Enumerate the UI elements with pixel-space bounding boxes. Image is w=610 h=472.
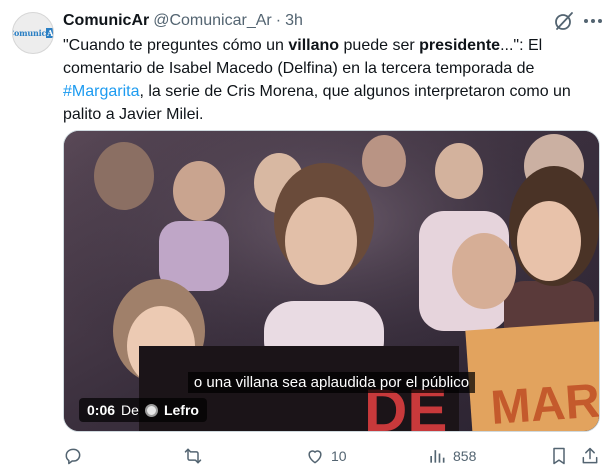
more-options-icon[interactable] — [584, 14, 604, 28]
retweet-icon — [184, 448, 202, 464]
reply-button[interactable] — [63, 445, 89, 467]
hashtag-link[interactable]: #Margarita — [63, 83, 139, 100]
share-button[interactable] — [580, 445, 600, 467]
retweet-button[interactable] — [183, 445, 209, 467]
video-badge: 0:06 De Lefro — [79, 398, 207, 422]
bold-presidente: presidente — [419, 37, 501, 54]
bookmark-icon — [553, 447, 565, 465]
heart-icon — [308, 450, 322, 464]
bold-villano: villano — [288, 37, 340, 54]
views-count: 858 — [453, 448, 477, 464]
source-avatar-icon — [144, 403, 158, 417]
share-icon — [582, 447, 598, 464]
video-player[interactable]: DE MAR o una villana sea aplaudida por e… — [63, 130, 600, 432]
video-source-name[interactable]: Lefro — [164, 402, 199, 418]
tweet-text: "Cuando te preguntes cómo un villano pue… — [63, 37, 571, 123]
like-button[interactable]: 10 — [305, 445, 347, 467]
author-handle[interactable]: @Comunicar_Ar — [153, 12, 272, 30]
tweet[interactable]: ComunicAr ComunicAr @Comunicar_Ar · 3h "… — [0, 0, 610, 472]
avatar-logo: ComunicAr — [13, 28, 53, 38]
bookmark-button[interactable] — [549, 445, 569, 467]
author-name[interactable]: ComunicAr — [63, 12, 149, 30]
video-duration: 0:06 — [87, 402, 116, 418]
tweet-header: ComunicAr @Comunicar_Ar · 3h — [63, 11, 303, 31]
reply-icon — [65, 448, 81, 465]
video-source-prefix: De — [121, 402, 139, 418]
grok-icon[interactable] — [553, 10, 575, 32]
separator-dot: · — [275, 12, 282, 29]
tweet-timestamp[interactable]: 3h — [285, 12, 303, 30]
author-avatar[interactable]: ComunicAr — [12, 12, 54, 54]
like-count: 10 — [331, 448, 347, 464]
tweet-actions: 10 858 — [63, 445, 600, 467]
video-caption: o una villana sea aplaudida por el públi… — [64, 372, 599, 393]
views-icon — [430, 450, 445, 463]
views-button[interactable]: 858 — [427, 445, 476, 467]
